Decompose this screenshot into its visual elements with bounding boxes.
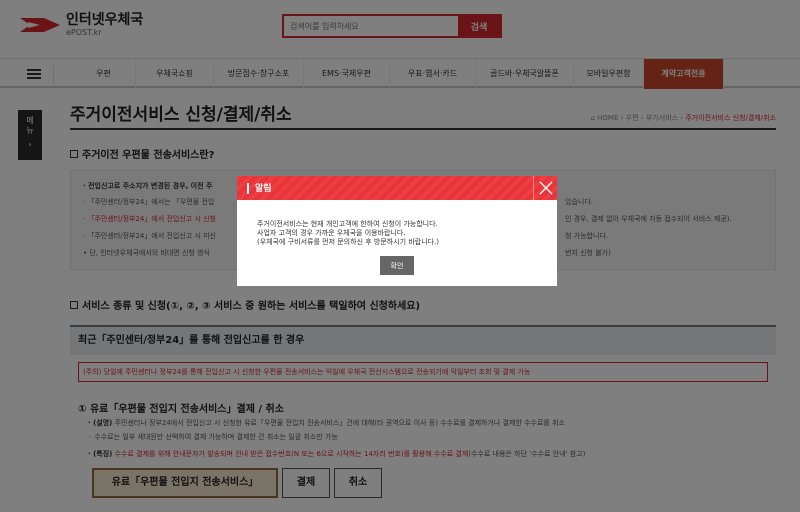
alert-dialog: 알림 주거이전서비스는 현재 개인고객에 한하여 신청이 가능합니다. 사업자 … (237, 176, 557, 286)
alert-message: 주거이전서비스는 현재 개인고객에 한하여 신청이 가능합니다. 사업자 고객의… (257, 220, 439, 247)
title-bar-accent (247, 183, 249, 194)
alert-line: 주거이전서비스는 현재 개인고객에 한하여 신청이 가능합니다. (257, 220, 438, 228)
alert-line: 사업자 고객의 경우 가까운 우체국을 이용바랍니다. (257, 229, 406, 237)
close-icon[interactable] (533, 176, 557, 200)
confirm-button[interactable]: 확인 (380, 256, 414, 275)
alert-line: (우체국에 구비서류를 먼저 문의하신 후 방문하시기 바랍니다.) (257, 238, 440, 246)
alert-title: 알림 (255, 184, 272, 194)
alert-header: 알림 (237, 176, 557, 200)
